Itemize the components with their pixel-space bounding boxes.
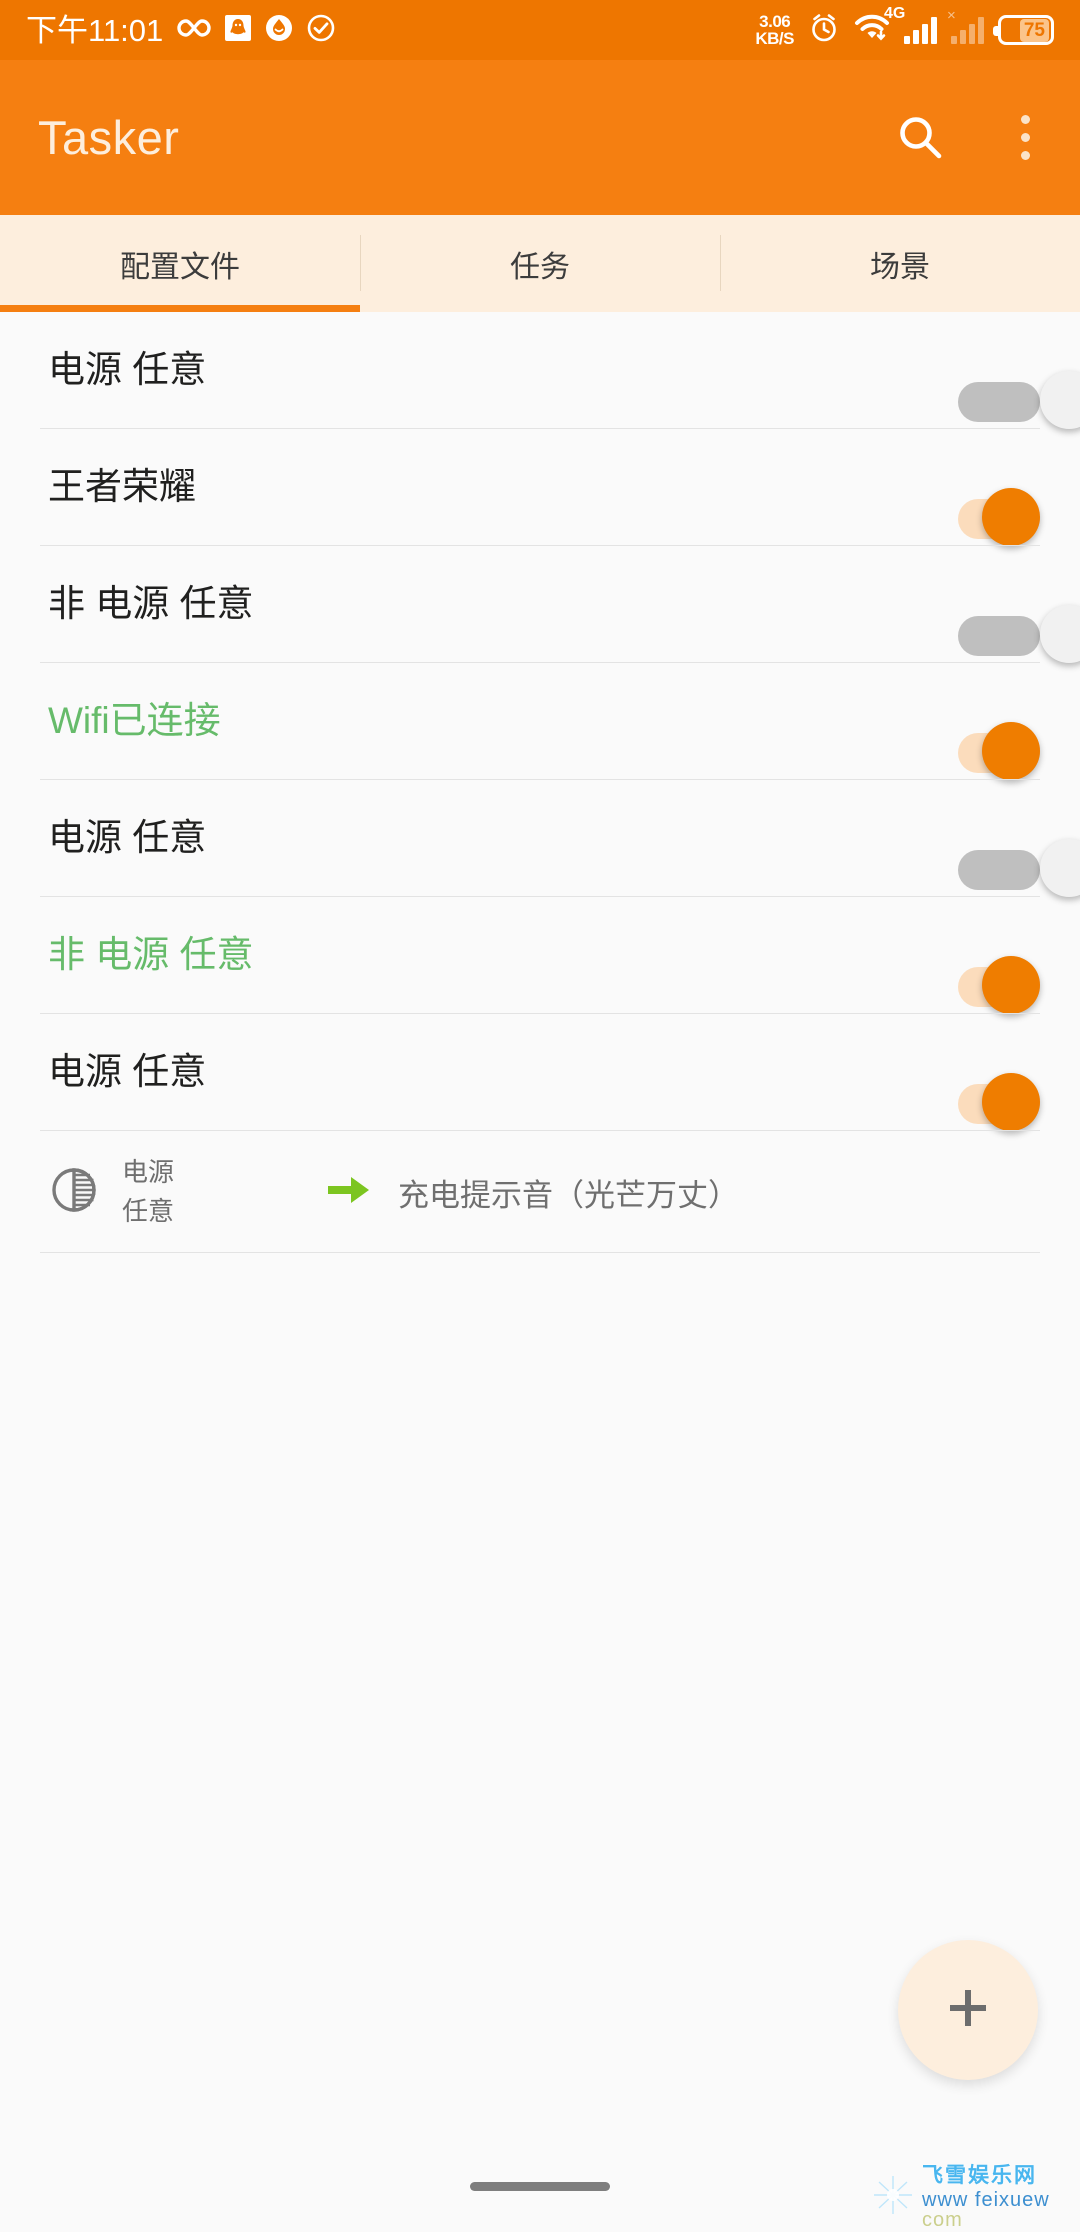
app-title: Tasker xyxy=(38,111,180,164)
qq-icon xyxy=(225,14,252,47)
profile-name: 非 电源 任意 xyxy=(48,934,254,976)
app-bar-actions xyxy=(895,109,1042,166)
profile-context-line1: 电源 xyxy=(122,1157,175,1187)
tab-scenes[interactable]: 场景 xyxy=(720,215,1080,312)
profile-row[interactable]: Wifi已连接 xyxy=(0,663,1080,780)
profile-context-line2: 任意 xyxy=(122,1196,175,1226)
profile-list: 电源 任意 王者荣耀 非 电源 任意 Wifi已连接 电源 任意 非 电源 任意… xyxy=(0,312,1080,1253)
profile-linked-task-label: 充电提示音（光芒万丈） xyxy=(398,1177,740,1213)
switch-track xyxy=(958,849,1040,890)
tab-scenes-label: 场景 xyxy=(870,250,930,284)
profile-row[interactable]: 非 电源 任意 xyxy=(0,897,1080,1014)
signal-inactive-icon: × xyxy=(947,8,984,44)
tab-tasks-label: 任务 xyxy=(510,250,570,284)
profile-name: Wifi已连接 xyxy=(48,700,221,742)
profile-detail-row: 电源 任意 充电提示音（光芒万丈） xyxy=(0,1131,1080,1253)
status-bar: 下午11:01 3.06 KB/S 4G × 75 xyxy=(0,0,1080,60)
tab-selected-indicator xyxy=(0,305,360,312)
battery-level-label: 75 xyxy=(1019,18,1049,42)
profile-name: 非 电源 任意 xyxy=(48,583,254,625)
profile-row-expanded[interactable]: 电源 任意 xyxy=(0,1014,1080,1131)
home-gesture-pill[interactable] xyxy=(470,2181,610,2191)
network-speed-value: 3.06 xyxy=(759,12,791,31)
switch-thumb xyxy=(982,721,1040,780)
tab-profiles[interactable]: 配置文件 xyxy=(0,215,360,312)
switch-track xyxy=(958,615,1040,656)
switch-thumb xyxy=(1040,604,1080,663)
green-arrow-right-icon xyxy=(326,1171,372,1214)
battery-indicator: 75 xyxy=(993,15,1054,45)
search-icon[interactable] xyxy=(895,112,947,164)
profile-name: 王者荣耀 xyxy=(48,466,196,508)
tasker-app-screen: 下午11:01 3.06 KB/S 4G × 75 Tasker 配置文件 任务… xyxy=(0,0,1080,2232)
profile-name: 电源 任意 xyxy=(48,817,207,859)
network-speed-indicator: 3.06 KB/S xyxy=(755,13,794,47)
profile-linked-task[interactable]: 充电提示音（光芒万丈） xyxy=(326,1170,739,1215)
profile-row[interactable]: 电源 任意 xyxy=(0,312,1080,429)
plus-icon xyxy=(939,1979,997,2042)
system-navigation-bar xyxy=(0,2140,1080,2232)
status-bar-left: 下午11:01 xyxy=(26,14,335,47)
profile-context[interactable]: 电源 任意 xyxy=(48,1153,174,1231)
switch-thumb xyxy=(1040,370,1080,429)
status-bar-right: 3.06 KB/S 4G × 75 xyxy=(755,6,1054,49)
profile-row[interactable]: 电源 任意 xyxy=(0,780,1080,897)
profile-row[interactable]: 王者荣耀 xyxy=(0,429,1080,546)
tab-bar: 配置文件 任务 场景 xyxy=(0,215,1080,312)
switch-thumb xyxy=(982,1072,1040,1131)
kebab-menu-icon[interactable] xyxy=(1009,109,1042,166)
tab-profiles-label: 配置文件 xyxy=(120,250,240,284)
app-bar: Tasker xyxy=(0,60,1080,215)
tab-tasks[interactable]: 任务 xyxy=(360,215,720,312)
add-profile-fab[interactable] xyxy=(898,1940,1038,2080)
mobile-network-label: 4G xyxy=(884,5,906,22)
switch-thumb xyxy=(982,487,1040,546)
network-speed-unit: KB/S xyxy=(755,29,794,48)
infinity-icon xyxy=(177,17,211,44)
profile-row[interactable]: 非 电源 任意 xyxy=(0,546,1080,663)
signal-x-mark: × xyxy=(947,7,956,24)
check-circle-icon xyxy=(307,14,335,47)
profile-name: 电源 任意 xyxy=(48,1051,207,1093)
signal-4g-icon: 4G xyxy=(884,6,937,44)
droplet-face-icon xyxy=(265,14,293,47)
power-contrast-icon xyxy=(48,1164,100,1221)
alarm-clock-icon xyxy=(808,12,840,49)
profile-name: 电源 任意 xyxy=(48,349,207,391)
switch-track xyxy=(958,381,1040,422)
profile-context-labels: 电源 任意 xyxy=(122,1153,174,1231)
switch-thumb xyxy=(1040,838,1080,897)
status-bar-clock: 下午11:01 xyxy=(26,12,164,48)
switch-thumb xyxy=(982,955,1040,1014)
